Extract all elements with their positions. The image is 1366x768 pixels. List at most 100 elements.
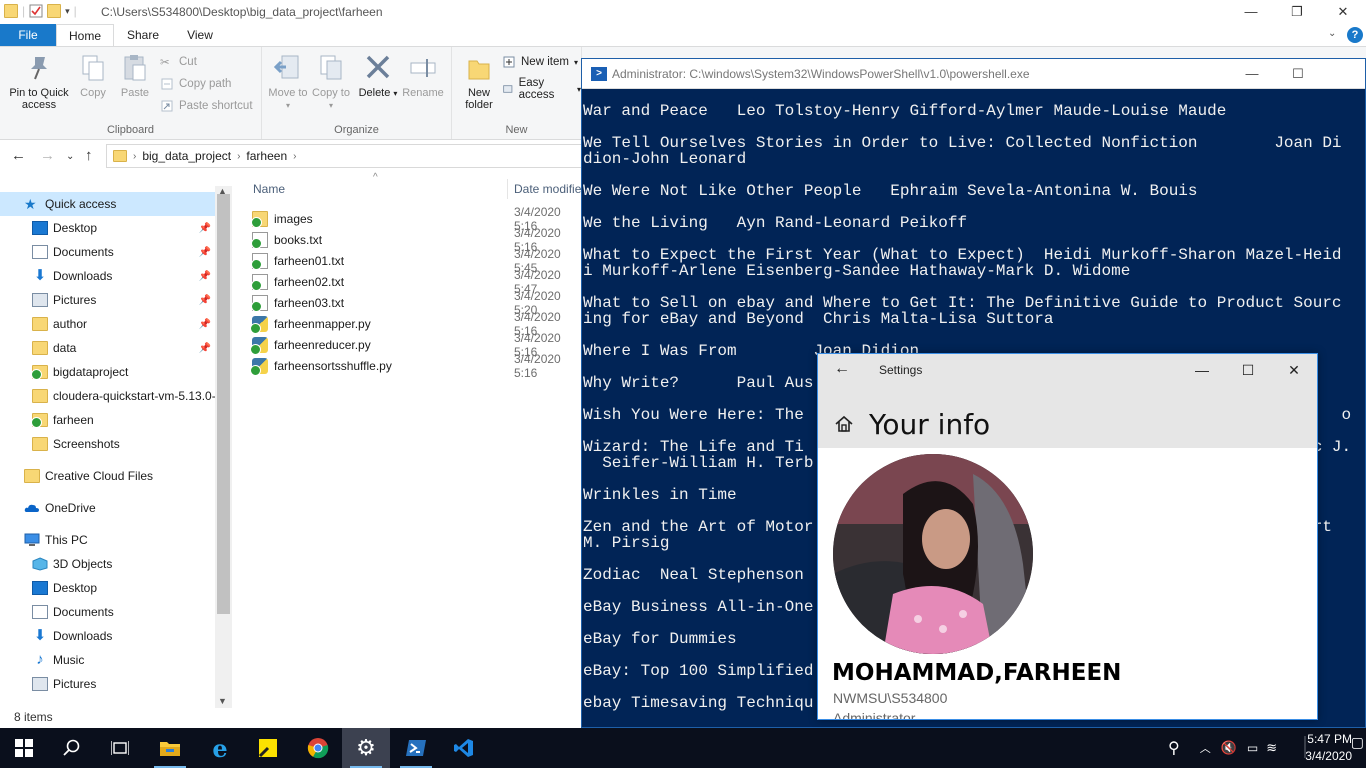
file-row[interactable]: farheensortsshuffle.py 3/4/2020 5:16 bbox=[250, 352, 582, 380]
forward-button[interactable]: → bbox=[40, 147, 55, 164]
close-button[interactable]: ✕ bbox=[1271, 354, 1317, 386]
pin-to-quick-access-button[interactable]: Pin to Quick access bbox=[4, 53, 74, 111]
maximize-button[interactable]: ☐ bbox=[1225, 354, 1271, 386]
nav-item-pc-pictures[interactable]: Pictures bbox=[0, 672, 215, 696]
taskbar: e ⚙ ⚲ ︿ 🔇 ▭ ≋ 5:47 PM 3/4/2020 ▢ bbox=[0, 728, 1366, 768]
new-item-button[interactable]: New item ▾ bbox=[502, 55, 578, 69]
restore-button[interactable]: ❐ bbox=[1274, 0, 1320, 24]
taskbar-sticky-notes[interactable] bbox=[244, 728, 292, 768]
battery-icon[interactable]: ▭ bbox=[1247, 741, 1258, 755]
column-header-date[interactable]: Date modifie bbox=[514, 176, 581, 202]
window-title: C:\Users\S534800\Desktop\big_data_projec… bbox=[101, 5, 383, 19]
settings-window: ← Settings — ☐ ✕ Your info MOHAMMAD,FARH… bbox=[817, 353, 1318, 720]
tab-view[interactable]: View bbox=[172, 24, 228, 47]
nav-item-downloads[interactable]: ⬇ Downloads 📌 bbox=[0, 264, 215, 288]
nav-quick-access[interactable]: ★ Quick access bbox=[0, 192, 215, 216]
nav-item-documents[interactable]: Documents 📌 bbox=[0, 240, 215, 264]
taskbar-powershell[interactable] bbox=[392, 728, 440, 768]
breadcrumb-item[interactable]: big_data_project bbox=[142, 149, 231, 163]
close-button[interactable]: ✕ bbox=[1320, 0, 1366, 24]
nav-pane-scrollbar[interactable]: ▲ ▼ bbox=[215, 186, 232, 708]
start-button[interactable] bbox=[0, 728, 48, 768]
taskbar-file-explorer[interactable] bbox=[146, 728, 194, 768]
minimize-button[interactable]: — bbox=[1228, 0, 1274, 24]
breadcrumb-item[interactable]: farheen bbox=[246, 149, 287, 163]
cut-button[interactable]: ✂ Cut bbox=[160, 55, 197, 69]
rename-icon bbox=[410, 59, 436, 77]
powershell-icon bbox=[406, 740, 426, 756]
user-account: NWMSU\S534800 bbox=[833, 690, 948, 706]
tab-file[interactable]: File bbox=[0, 24, 56, 47]
nav-creative-cloud[interactable]: Creative Cloud Files bbox=[0, 464, 215, 488]
nav-item-music[interactable]: ♪ Music bbox=[0, 648, 215, 672]
nav-item-data[interactable]: data 📌 bbox=[0, 336, 215, 360]
notifications-icon[interactable]: ▢ bbox=[1351, 734, 1364, 751]
folder-icon bbox=[32, 389, 48, 403]
delete-button[interactable]: Delete ▾ bbox=[358, 53, 398, 100]
up-button[interactable]: ↑ bbox=[85, 147, 93, 164]
new-item-icon bbox=[503, 56, 515, 68]
explorer-titlebar: | ▾ | C:\Users\S534800\Desktop\big_data_… bbox=[0, 0, 1366, 24]
nav-item-desktop[interactable]: Desktop 📌 bbox=[0, 216, 215, 240]
scroll-down-icon[interactable]: ▼ bbox=[218, 696, 227, 706]
task-view-button[interactable] bbox=[96, 728, 144, 768]
scrollbar-thumb[interactable] bbox=[217, 194, 230, 614]
home-icon[interactable] bbox=[834, 414, 854, 434]
quick-access-toolbar: | ▾ | bbox=[4, 4, 77, 18]
people-icon[interactable]: ⚲ bbox=[1168, 738, 1180, 758]
nav-item-pc-downloads[interactable]: ⬇ Downloads bbox=[0, 624, 215, 648]
nav-item-pc-desktop[interactable]: Desktop bbox=[0, 576, 215, 600]
console-line: We Were Not Like Other People Ephraim Se… bbox=[583, 182, 1198, 200]
address-bar[interactable]: › big_data_project › farheen › bbox=[106, 144, 582, 168]
taskbar-chrome[interactable] bbox=[294, 728, 342, 768]
nav-item-author[interactable]: author 📌 bbox=[0, 312, 215, 336]
nav-item-pc-documents[interactable]: Documents bbox=[0, 600, 215, 624]
back-arrow-icon[interactable]: ← bbox=[834, 360, 850, 378]
help-icon[interactable]: ? bbox=[1347, 27, 1363, 43]
settings-titlebar: ← Settings — ☐ ✕ bbox=[818, 354, 1317, 386]
taskbar-vscode[interactable] bbox=[440, 728, 488, 768]
text-file-icon bbox=[251, 273, 268, 291]
chevron-up-icon[interactable]: ︿ bbox=[1200, 740, 1211, 756]
copy-to-button[interactable]: Copy to ▾ bbox=[312, 53, 350, 112]
nav-item-cloudera[interactable]: cloudera-quickstart-vm-5.13.0- bbox=[0, 384, 215, 408]
customize-toolbar-icon[interactable]: ▾ bbox=[65, 6, 70, 17]
nav-item-bigdataproject[interactable]: bigdataproject bbox=[0, 360, 215, 384]
expand-ribbon-icon[interactable]: ⌄ bbox=[1328, 28, 1336, 39]
taskbar-internet-explorer[interactable]: e bbox=[196, 728, 244, 768]
volume-muted-icon[interactable]: 🔇 bbox=[1221, 740, 1237, 756]
new-group: New folder New item ▾ Easy access ▾ New bbox=[452, 47, 582, 139]
taskbar-settings[interactable]: ⚙ bbox=[342, 728, 390, 768]
tab-share[interactable]: Share bbox=[114, 24, 172, 47]
new-folder-button[interactable]: New folder bbox=[460, 53, 498, 111]
paste-shortcut-button[interactable]: Paste shortcut bbox=[160, 99, 253, 113]
back-button[interactable]: ← bbox=[11, 147, 26, 164]
close-button[interactable] bbox=[1321, 59, 1365, 89]
paste-button[interactable]: Paste bbox=[116, 53, 154, 99]
recent-locations-button[interactable]: ⌄ bbox=[66, 151, 74, 162]
nav-item-3d-objects[interactable]: 3D Objects bbox=[0, 552, 215, 576]
nav-item-pictures[interactable]: Pictures 📌 bbox=[0, 288, 215, 312]
move-to-button[interactable]: Move to ▾ bbox=[268, 53, 308, 112]
minimize-button[interactable]: — bbox=[1179, 354, 1225, 386]
minimize-button[interactable]: — bbox=[1229, 59, 1275, 89]
wifi-icon[interactable]: ≋ bbox=[1266, 740, 1277, 756]
nav-this-pc[interactable]: This PC bbox=[0, 528, 215, 552]
copy-path-button[interactable]: Copy path bbox=[160, 77, 231, 91]
maximize-button[interactable]: ☐ bbox=[1275, 59, 1321, 89]
console-line: Wrinkles in Time bbox=[583, 486, 737, 504]
easy-access-button[interactable]: Easy access ▾ bbox=[502, 77, 581, 101]
tab-home[interactable]: Home bbox=[56, 24, 114, 47]
console-line: Zodiac Neal Stephenson bbox=[583, 566, 804, 584]
properties-icon[interactable] bbox=[29, 4, 43, 18]
new-folder-icon[interactable] bbox=[47, 4, 62, 18]
copy-button[interactable]: Copy bbox=[74, 53, 112, 99]
clock[interactable]: 5:47 PM 3/4/2020 bbox=[1305, 731, 1352, 765]
search-button[interactable] bbox=[48, 728, 96, 768]
rename-button[interactable]: Rename bbox=[400, 53, 446, 99]
nav-item-screenshots[interactable]: Screenshots bbox=[0, 432, 215, 456]
nav-item-farheen[interactable]: farheen bbox=[0, 408, 215, 432]
paste-shortcut-icon bbox=[161, 100, 173, 112]
nav-onedrive[interactable]: OneDrive bbox=[0, 496, 215, 520]
column-header-name[interactable]: Name bbox=[253, 176, 285, 202]
